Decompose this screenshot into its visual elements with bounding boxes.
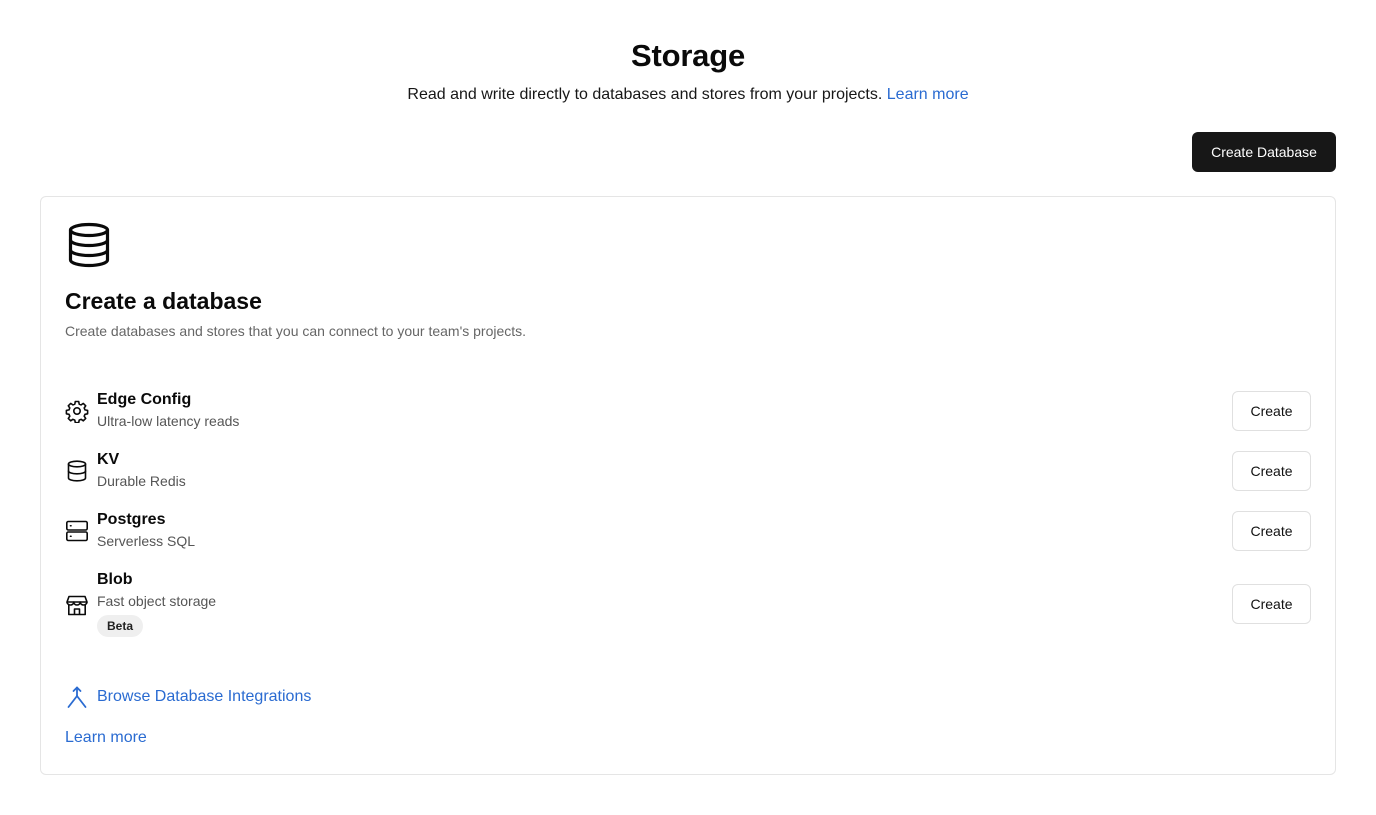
- item-subtitle: Durable Redis: [97, 473, 186, 489]
- database-icon: [65, 221, 113, 269]
- subtitle-text: Read and write directly to databases and…: [407, 86, 883, 103]
- list-item-blob: Blob Fast object storage Beta Create: [65, 571, 1311, 641]
- merge-icon: [65, 685, 89, 709]
- item-name: Postgres: [97, 511, 166, 528]
- server-icon: [65, 519, 89, 543]
- browse-integrations-label[interactable]: Browse Database Integrations: [97, 688, 311, 706]
- card-title: Create a database: [65, 288, 262, 314]
- item-subtitle: Ultra-low latency reads: [97, 413, 240, 429]
- create-database-card: Create a database Create databases and s…: [40, 196, 1336, 775]
- item-name: KV: [97, 451, 120, 468]
- database-icon: [65, 459, 89, 483]
- page-subtitle: Read and write directly to databases and…: [0, 86, 1376, 104]
- learn-more-link[interactable]: Learn more: [887, 86, 969, 103]
- storage-page: Storage Read and write directly to datab…: [0, 0, 1376, 815]
- create-edge-config-button[interactable]: Create: [1232, 391, 1311, 431]
- gear-icon: [65, 399, 89, 423]
- item-subtitle: Serverless SQL: [97, 533, 196, 549]
- browse-integrations-link[interactable]: Browse Database Integrations: [65, 685, 311, 709]
- create-blob-button[interactable]: Create: [1232, 584, 1311, 624]
- create-database-button[interactable]: Create Database: [1192, 132, 1336, 172]
- page-title: Storage: [630, 38, 746, 73]
- card-learn-more-link[interactable]: Learn more: [65, 729, 147, 747]
- beta-badge: Beta: [97, 615, 144, 637]
- store-icon: [65, 593, 89, 617]
- card-description: Create databases and stores that you can…: [65, 323, 527, 339]
- create-postgres-button[interactable]: Create: [1232, 511, 1311, 551]
- item-subtitle: Fast object storage: [97, 593, 217, 609]
- list-item-kv: KV Durable Redis Create: [65, 451, 1311, 491]
- item-name: Blob: [97, 571, 133, 588]
- list-item-edge-config: Edge Config Ultra-low latency reads Crea…: [65, 391, 1311, 431]
- list-item-postgres: Postgres Serverless SQL Create: [65, 511, 1311, 551]
- create-kv-button[interactable]: Create: [1232, 451, 1311, 491]
- item-name: Edge Config: [97, 391, 192, 408]
